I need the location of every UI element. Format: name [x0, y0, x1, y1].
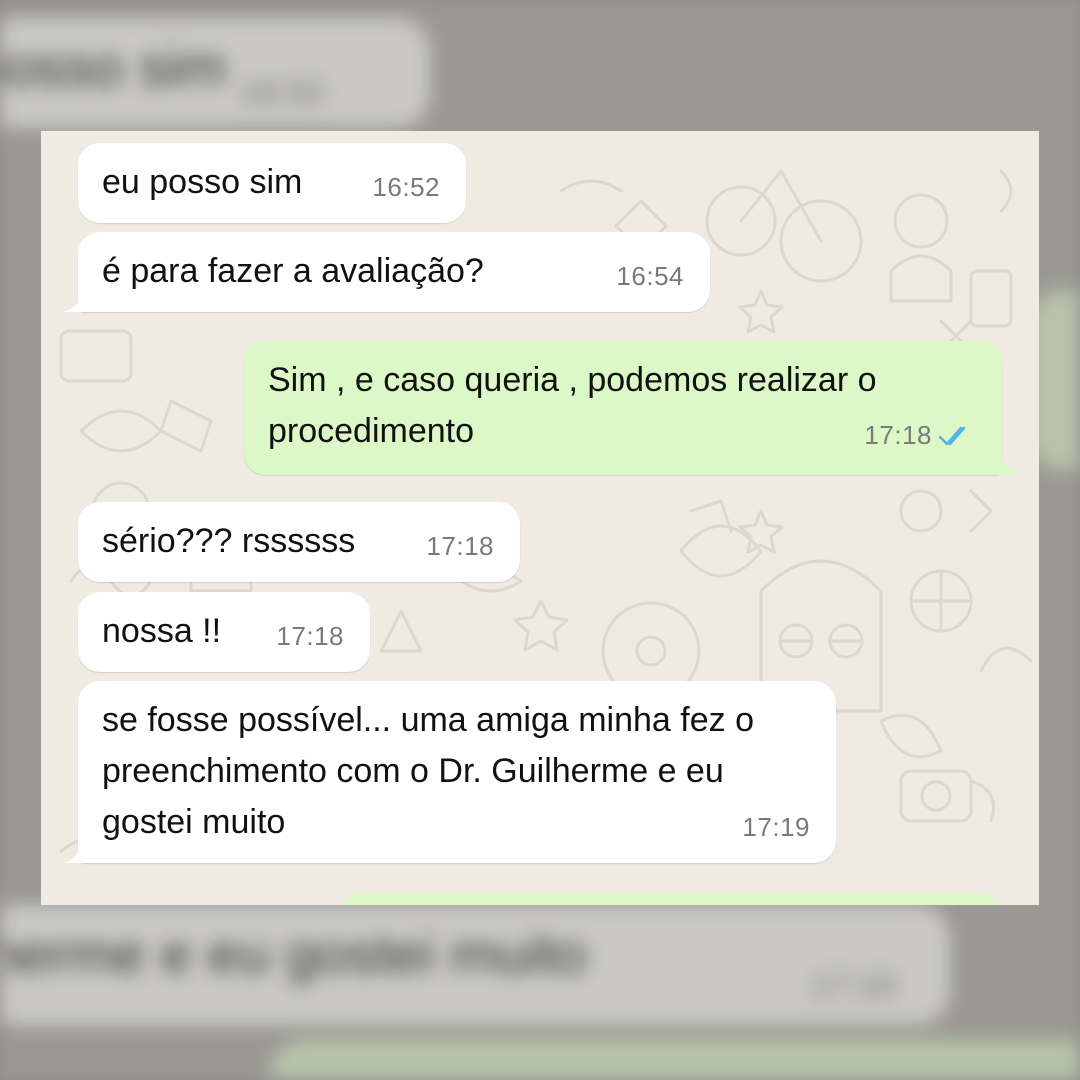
message-bubble-incoming[interactable]: é para fazer a avaliação? 16:54: [78, 232, 710, 312]
message-text: se fosse possível... uma amiga minha fez…: [102, 701, 754, 841]
background-bubble-text: lherme e eu gostei muito: [0, 922, 588, 985]
message-bubble-outgoing[interactable]: Sim , e caso queria , podemos realizar o…: [244, 341, 1002, 475]
background-bubble: posso sim 16:52: [0, 18, 430, 128]
bubble-tail-outgoing: [991, 453, 1021, 475]
background-bubble-text: posso sim: [0, 35, 227, 98]
bubble-tail-incoming: [63, 290, 93, 312]
chat-panel[interactable]: eu posso sim 16:52 é para fazer a avalia…: [41, 131, 1039, 905]
message-text: é para fazer a avaliação?: [102, 252, 484, 290]
background-bubble-outgoing: [270, 1040, 1080, 1080]
message-time: 16:54: [616, 261, 684, 291]
message-bubble-incoming[interactable]: eu posso sim 16:52: [78, 143, 466, 223]
background-bubble: lherme e eu gostei muito 17:19: [0, 905, 950, 1025]
message-time: 17:18: [426, 531, 494, 561]
double-check-icon: [938, 426, 966, 445]
message-bubble-outgoing-partial[interactable]: [341, 893, 1001, 905]
message-time: 17:18: [864, 420, 932, 450]
message-bubble-incoming[interactable]: nossa !! 17:18: [78, 592, 370, 672]
message-bubble-incoming[interactable]: se fosse possível... uma amiga minha fez…: [78, 681, 836, 863]
message-time: 17:18: [276, 621, 344, 651]
message-time-with-status: 17:18: [864, 410, 972, 461]
message-time: 16:52: [372, 172, 440, 202]
bubble-tail-incoming: [63, 841, 93, 863]
message-bubble-incoming[interactable]: sério??? rssssss 17:18: [78, 502, 520, 582]
message-time: 17:19: [742, 812, 810, 842]
background-bubble-time: 16:52: [240, 74, 326, 112]
background-bubble-time: 17:19: [810, 967, 896, 1005]
